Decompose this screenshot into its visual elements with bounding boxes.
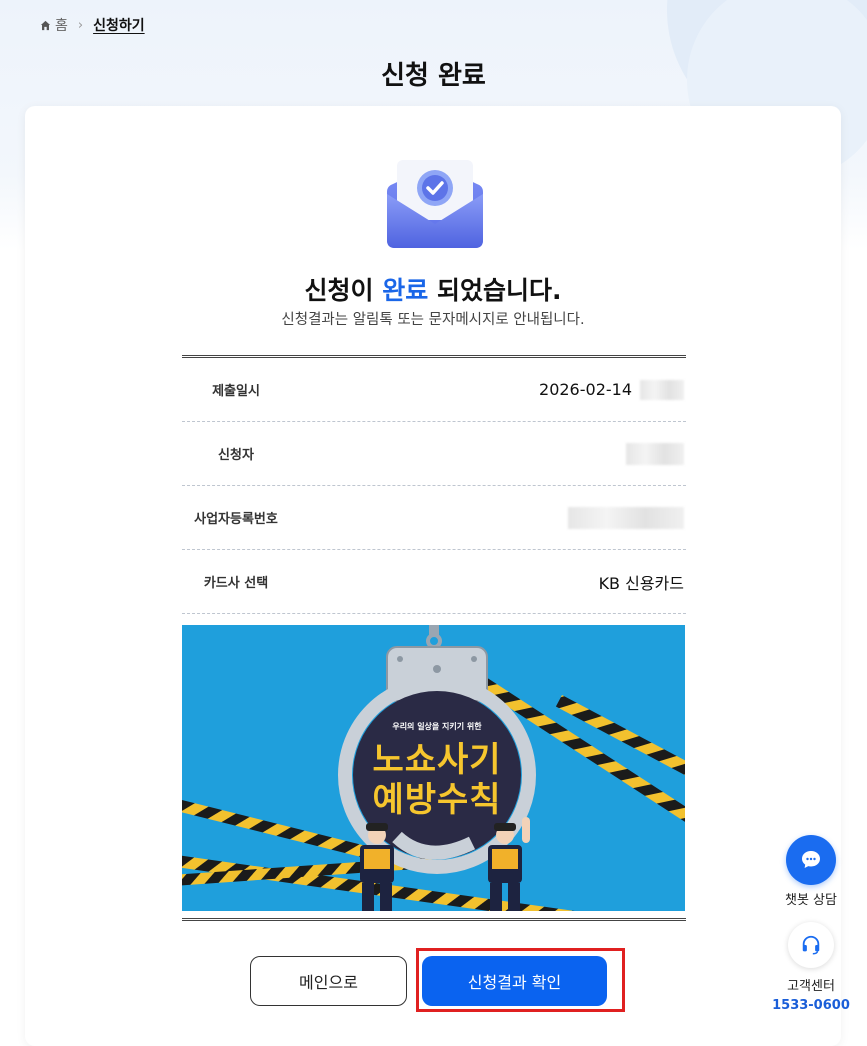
breadcrumb: 홈 › 신청하기 bbox=[40, 15, 145, 35]
info-value-date: 2026-02-14 bbox=[539, 380, 632, 399]
redacted-business-number bbox=[568, 506, 684, 529]
page-title: 신청 완료 bbox=[381, 61, 486, 91]
info-value-card-company: KB 신용카드 bbox=[598, 573, 684, 593]
breadcrumb-home[interactable]: 홈 bbox=[55, 15, 68, 35]
main-button[interactable]: 메인으로 bbox=[250, 956, 407, 1006]
customer-center-button[interactable] bbox=[788, 922, 834, 968]
info-label: 제출일시 bbox=[212, 384, 260, 399]
completion-title-accent: 완료 bbox=[382, 276, 429, 305]
noshow-fraud-banner[interactable]: 우리의 일상을 지키기 위한 노쇼사기 예방수칙 bbox=[182, 625, 685, 911]
info-row-card-company: 카드사 선택 KB 신용카드 bbox=[182, 550, 686, 614]
banner-title-line2: 예방수칙 bbox=[372, 780, 502, 820]
result-card: 신청이 완료 되었습니다. 신청결과는 알림톡 또는 문자메시지로 안내됩니다.… bbox=[25, 106, 841, 1046]
customer-center-phone[interactable]: 1533-0600 bbox=[770, 998, 852, 1013]
info-label: 신청자 bbox=[218, 448, 254, 463]
completion-title-post: 되었습니다. bbox=[428, 276, 562, 305]
chevron-right-icon: › bbox=[77, 17, 84, 33]
envelope-check-icon bbox=[387, 160, 483, 248]
application-info-table: 제출일시 2026-02-14 신청자 사업자등록번호 카드사 선택 KB 신용… bbox=[182, 355, 686, 614]
info-row-submitted-at: 제출일시 2026-02-14 bbox=[182, 358, 686, 422]
completion-message: 신청이 완료 되었습니다. bbox=[25, 271, 841, 307]
completion-subtitle: 신청결과는 알림톡 또는 문자메시지로 안내됩니다. bbox=[281, 312, 585, 328]
customer-center-label[interactable]: 고객센터 bbox=[770, 975, 852, 994]
check-result-button[interactable]: 신청결과 확인 bbox=[422, 956, 607, 1006]
headset-icon bbox=[802, 935, 820, 955]
info-value-submitted-at: 2026-02-14 bbox=[539, 379, 686, 400]
info-row-applicant: 신청자 bbox=[182, 422, 686, 486]
info-value-business-number bbox=[568, 506, 686, 529]
info-label: 사업자등록번호 bbox=[194, 512, 278, 527]
divider bbox=[182, 918, 686, 921]
chat-bubble-icon bbox=[802, 851, 820, 868]
chatbot-label[interactable]: 챗봇 상담 bbox=[770, 889, 852, 908]
completion-title-pre: 신청이 bbox=[304, 276, 383, 305]
home-icon[interactable] bbox=[40, 20, 51, 31]
redacted-time bbox=[640, 379, 684, 400]
redacted-applicant-name bbox=[626, 442, 684, 465]
info-label: 카드사 선택 bbox=[203, 576, 269, 591]
banner-caption: 우리의 일상을 지키기 위한 bbox=[392, 722, 482, 731]
breadcrumb-current[interactable]: 신청하기 bbox=[93, 15, 145, 35]
info-row-business-number: 사업자등록번호 bbox=[182, 486, 686, 550]
chatbot-button[interactable] bbox=[786, 835, 836, 885]
info-value-applicant bbox=[626, 442, 686, 465]
